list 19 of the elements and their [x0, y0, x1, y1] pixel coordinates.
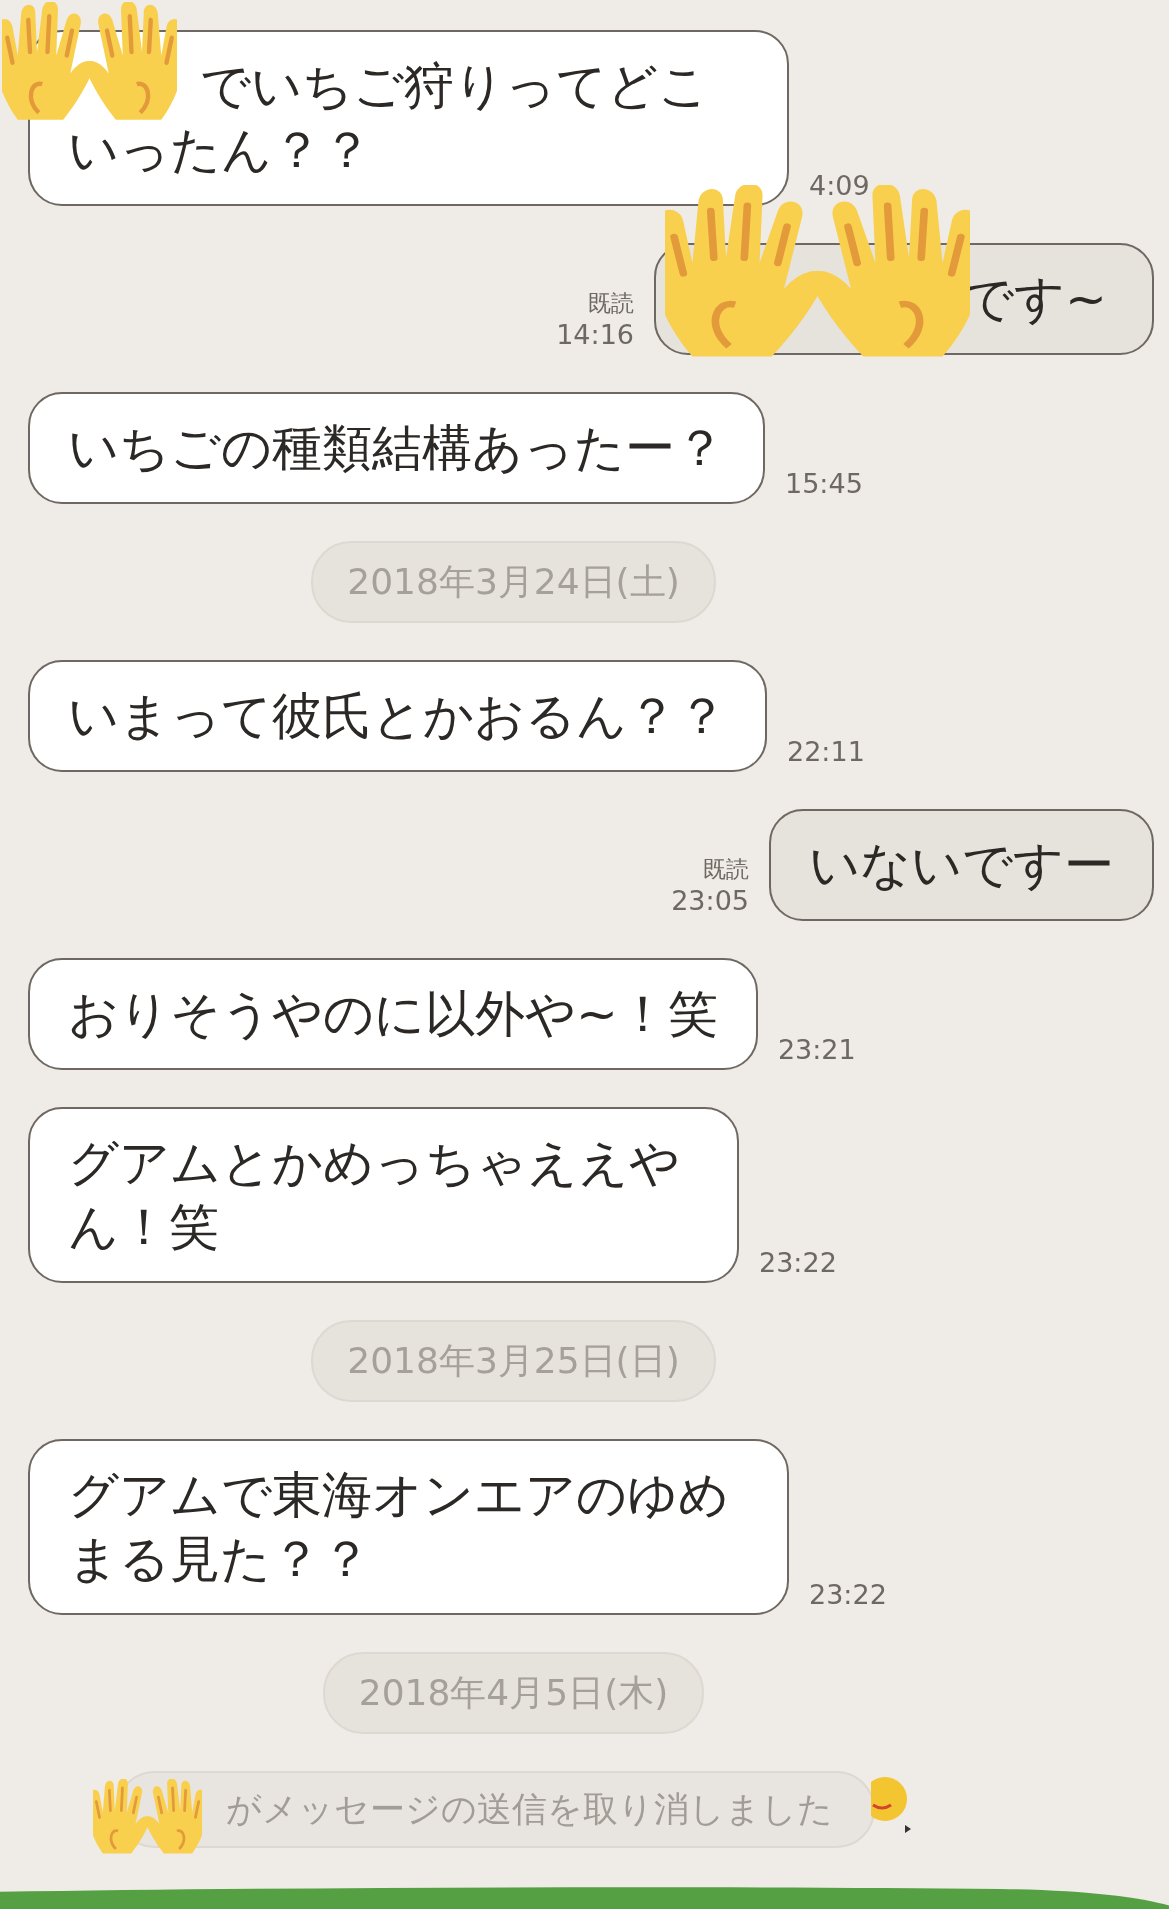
date-separator: 2018年3月25日(日) [311, 1320, 716, 1402]
message-time: 23:22 [759, 1246, 837, 1280]
message-time: 14:16 [556, 318, 634, 351]
read-receipt: 既読 [588, 288, 634, 318]
message-time: 22:11 [787, 735, 865, 769]
message-bubble: グアムとかめっちゃええやん！笑 [28, 1107, 739, 1283]
message-time: 23:05 [671, 884, 749, 917]
message-time: 15:45 [785, 467, 863, 501]
message-bubble: いまって彼氏とかおるん？？ [28, 660, 767, 772]
message-bubble: いないですー [769, 809, 1154, 921]
message-bubble: グアムで東海オンエアのゆめまる見た？？ [28, 1439, 789, 1615]
message-bubble: おりそうやのに以外や~！笑 [28, 958, 758, 1070]
date-separator: 2018年4月5日(木) [322, 1652, 705, 1734]
message-bubble: いちごの種類結構あったー？ [28, 392, 765, 504]
message-time: 23:22 [809, 1578, 887, 1612]
read-receipt: 既読 [703, 854, 749, 884]
message-time: 4:09 [809, 169, 870, 203]
message-time: 23:21 [777, 1033, 856, 1067]
date-separator: 2018年3月24日(土) [311, 541, 716, 623]
